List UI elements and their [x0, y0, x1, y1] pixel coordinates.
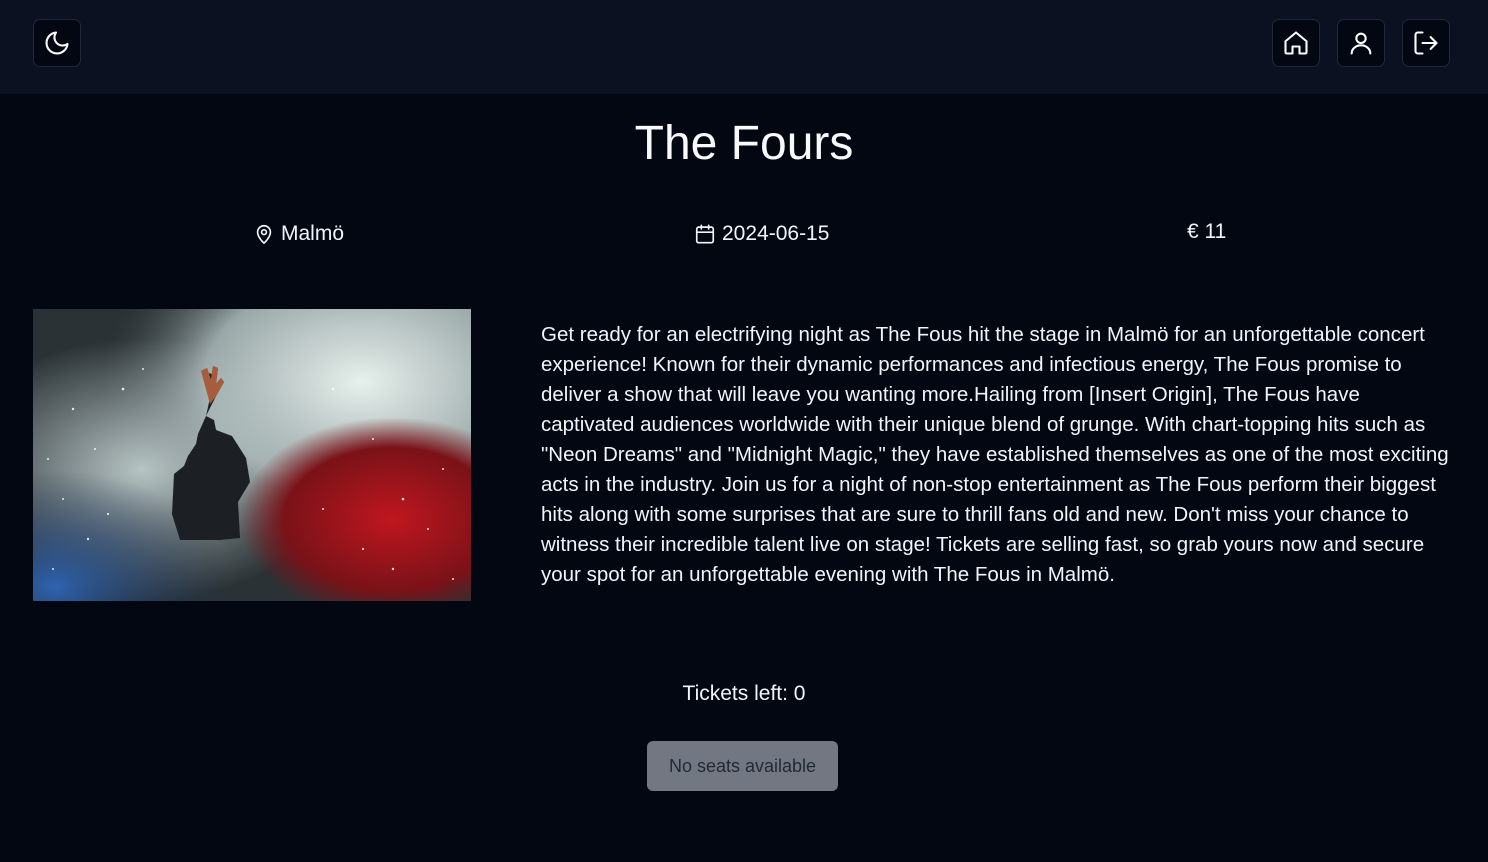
event-description: Get ready for an electrifying night as T…	[541, 323, 1449, 586]
event-location: Malmö	[253, 222, 344, 246]
logout-button[interactable]	[1402, 19, 1450, 67]
theme-toggle-button[interactable]	[33, 19, 81, 67]
no-seats-button[interactable]: No seats available	[647, 741, 838, 791]
map-pin-icon	[256, 224, 272, 244]
moon-icon	[45, 31, 69, 55]
logout-icon	[1414, 31, 1438, 55]
profile-button[interactable]	[1337, 19, 1385, 67]
event-price: € 11	[1187, 220, 1226, 244]
home-button[interactable]	[1272, 19, 1320, 67]
event-date-text: 2024-06-15	[722, 222, 830, 245]
event-price-text: € 11	[1187, 220, 1227, 243]
event-location-text: Malmö	[281, 222, 345, 245]
user-icon	[1350, 32, 1372, 55]
tickets-left: Tickets left: 0	[682, 682, 806, 705]
concert-photo	[33, 309, 471, 601]
event-image	[33, 309, 471, 601]
home-icon	[1284, 31, 1308, 55]
event-date: 2024-06-15	[694, 222, 829, 246]
calendar-icon	[695, 224, 715, 244]
top-navbar	[0, 0, 1488, 94]
event-title: The Fours	[634, 117, 854, 170]
